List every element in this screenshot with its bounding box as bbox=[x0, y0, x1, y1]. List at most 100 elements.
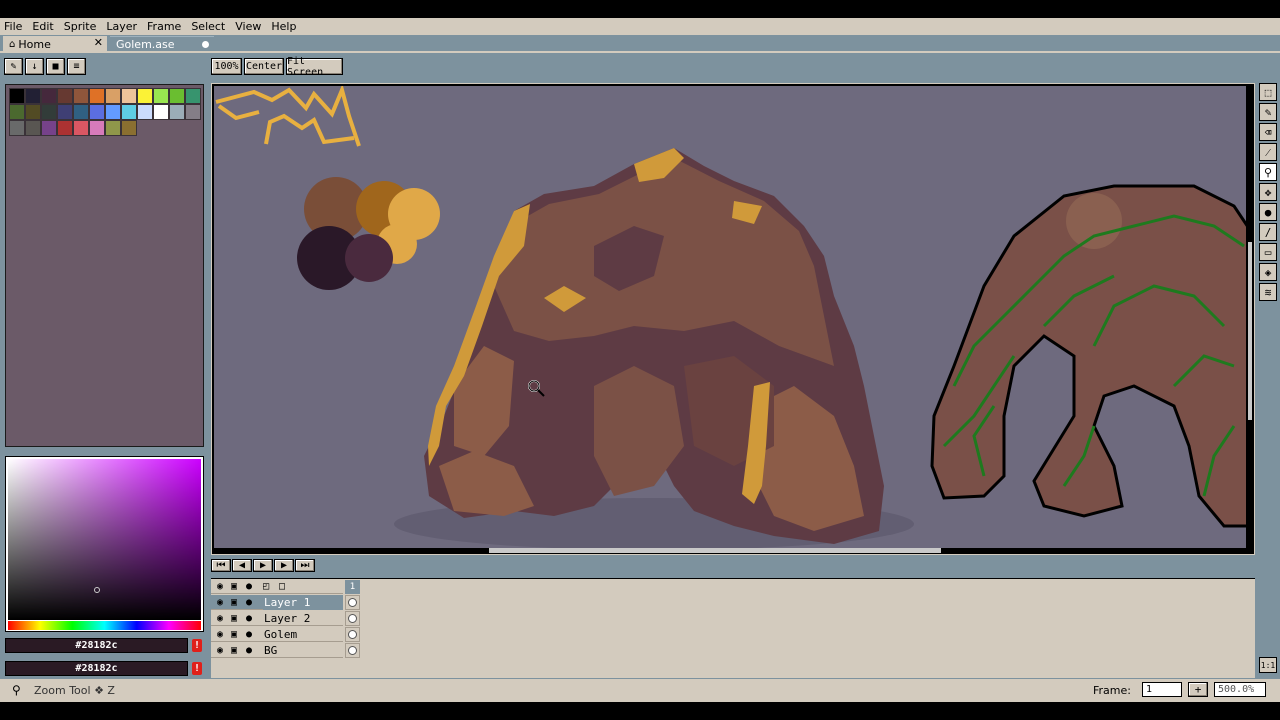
hue-slider[interactable] bbox=[8, 621, 201, 630]
tab-home[interactable]: ⌂ Home ✕ bbox=[3, 36, 107, 52]
lock-icon[interactable]: ▣ bbox=[227, 612, 241, 625]
rectangle-icon[interactable]: ▭ bbox=[1259, 243, 1277, 261]
sprite-canvas[interactable] bbox=[214, 86, 1246, 548]
cel[interactable] bbox=[345, 611, 360, 626]
palette-swatch[interactable] bbox=[73, 88, 89, 104]
zoom-tool-icon[interactable]: ⚲ bbox=[1259, 163, 1277, 181]
layer-name[interactable]: Layer 1 bbox=[263, 595, 343, 610]
modified-dot-icon[interactable] bbox=[202, 41, 209, 48]
eye-icon[interactable]: ◉ bbox=[213, 612, 227, 625]
palette-swatch[interactable] bbox=[73, 104, 89, 120]
palette-swatch[interactable] bbox=[89, 104, 105, 120]
layer-name[interactable]: Golem bbox=[263, 627, 343, 642]
palette-swatch[interactable] bbox=[57, 88, 73, 104]
saturation-value-field[interactable] bbox=[8, 459, 201, 620]
menu-select[interactable]: Select bbox=[191, 20, 232, 33]
cel[interactable] bbox=[345, 627, 360, 642]
last-frame-icon[interactable]: ⏭ bbox=[295, 559, 315, 572]
palette-swatch[interactable] bbox=[185, 88, 201, 104]
lock-icon[interactable]: ▣ bbox=[227, 580, 241, 593]
palette-swatch[interactable] bbox=[41, 120, 57, 136]
lock-icon[interactable]: ▣ bbox=[227, 628, 241, 641]
menu-view[interactable]: View bbox=[235, 20, 268, 33]
palette-swatch[interactable] bbox=[121, 120, 137, 136]
palette-swatch[interactable] bbox=[121, 104, 137, 120]
line-icon[interactable]: ∕ bbox=[1259, 223, 1277, 241]
vertical-scrollbar[interactable] bbox=[1248, 242, 1252, 420]
menu-lines-icon[interactable]: ≡ bbox=[67, 58, 86, 75]
previous-frame-icon[interactable]: ◀ bbox=[232, 559, 252, 572]
palette-swatch[interactable] bbox=[137, 88, 153, 104]
square-icon[interactable]: ■ bbox=[46, 58, 65, 75]
palette-swatch[interactable] bbox=[41, 104, 57, 120]
marquee-icon[interactable]: ⬚ bbox=[1259, 83, 1277, 101]
pencil-tool-icon[interactable]: ✎ bbox=[1259, 103, 1277, 121]
fit-screen-button[interactable]: Fit Screen bbox=[286, 56, 343, 78]
warning-icon[interactable]: ! bbox=[192, 662, 202, 675]
menu-edit[interactable]: Edit bbox=[32, 20, 60, 33]
warning-icon[interactable]: ! bbox=[192, 639, 202, 652]
cel[interactable] bbox=[345, 643, 360, 658]
eye-icon[interactable]: ◉ bbox=[213, 580, 227, 593]
palette-swatch[interactable] bbox=[169, 88, 185, 104]
palette-swatch[interactable] bbox=[89, 88, 105, 104]
palette-swatch[interactable] bbox=[57, 104, 73, 120]
layer-name[interactable]: Layer 2 bbox=[263, 611, 343, 626]
move-icon[interactable]: ✥ bbox=[1259, 183, 1277, 201]
lock-icon[interactable]: ▣ bbox=[227, 596, 241, 609]
continuous-icon[interactable]: ● bbox=[242, 596, 256, 609]
palette-swatch[interactable] bbox=[9, 104, 25, 120]
palette-swatch[interactable] bbox=[41, 88, 57, 104]
palette-swatch[interactable] bbox=[169, 104, 185, 120]
palette-swatch[interactable] bbox=[153, 88, 169, 104]
eye-icon[interactable]: ◉ bbox=[213, 628, 227, 641]
center-button[interactable]: Center bbox=[244, 58, 284, 75]
palette-swatch[interactable] bbox=[73, 120, 89, 136]
color-picker[interactable] bbox=[5, 456, 204, 632]
zoom-100-button[interactable]: 100% bbox=[211, 58, 242, 75]
menu-help[interactable]: Help bbox=[271, 20, 303, 33]
palette-swatch[interactable] bbox=[9, 120, 25, 136]
horizontal-scrollbar[interactable] bbox=[489, 548, 941, 553]
eye-icon[interactable]: ◉ bbox=[213, 596, 227, 609]
cel[interactable] bbox=[345, 595, 360, 610]
eye-icon[interactable]: ◉ bbox=[213, 644, 227, 657]
continuous-icon[interactable]: ● bbox=[242, 628, 256, 641]
frame-field[interactable]: 1 bbox=[1142, 682, 1182, 697]
layer-row[interactable]: ◉ ▣ ● Layer 2 bbox=[211, 611, 343, 626]
layer-name[interactable]: BG bbox=[263, 643, 343, 658]
palette-swatch[interactable] bbox=[25, 104, 41, 120]
menu-sprite[interactable]: Sprite bbox=[64, 20, 104, 33]
eraser-icon[interactable]: ⌫ bbox=[1259, 123, 1277, 141]
add-frame-icon[interactable]: + bbox=[1188, 682, 1208, 697]
palette-swatch[interactable] bbox=[121, 88, 137, 104]
continuous-icon[interactable]: ● bbox=[242, 612, 256, 625]
palette-swatch[interactable] bbox=[105, 104, 121, 120]
paint-bucket-icon[interactable]: ● bbox=[1259, 203, 1277, 221]
menu-file[interactable]: File bbox=[4, 20, 29, 33]
sprite-editor[interactable] bbox=[211, 83, 1255, 555]
link-cels-icon[interactable]: □ bbox=[275, 580, 289, 593]
palette-swatch[interactable] bbox=[9, 88, 25, 104]
palette-swatch[interactable] bbox=[25, 120, 41, 136]
palette-swatch[interactable] bbox=[105, 88, 121, 104]
arrow-down-icon[interactable]: ↓ bbox=[25, 58, 44, 75]
contour-icon[interactable]: ◈ bbox=[1259, 263, 1277, 281]
play-icon[interactable]: ▶ bbox=[253, 559, 273, 572]
first-frame-icon[interactable]: ⏮ bbox=[211, 559, 231, 572]
tab-golem[interactable]: Golem.ase bbox=[110, 36, 214, 52]
picker-cursor[interactable] bbox=[94, 587, 100, 593]
layer-row[interactable]: ◉ ▣ ● Layer 1 bbox=[211, 595, 343, 610]
continuous-icon[interactable]: ● bbox=[242, 580, 256, 593]
pencil-icon[interactable]: ✎ bbox=[4, 58, 23, 75]
menu-frame[interactable]: Frame bbox=[147, 20, 188, 33]
menu-layer[interactable]: Layer bbox=[106, 20, 144, 33]
palette-swatch[interactable] bbox=[57, 120, 73, 136]
blur-icon[interactable]: ≋ bbox=[1259, 283, 1277, 301]
close-tab-icon[interactable]: ✕ bbox=[94, 36, 103, 49]
palette-swatch[interactable] bbox=[89, 120, 105, 136]
palette-swatch[interactable] bbox=[25, 88, 41, 104]
zoom-field[interactable]: 500.0% bbox=[1214, 682, 1266, 697]
lock-icon[interactable]: ▣ bbox=[227, 644, 241, 657]
palette-swatch[interactable] bbox=[137, 104, 153, 120]
